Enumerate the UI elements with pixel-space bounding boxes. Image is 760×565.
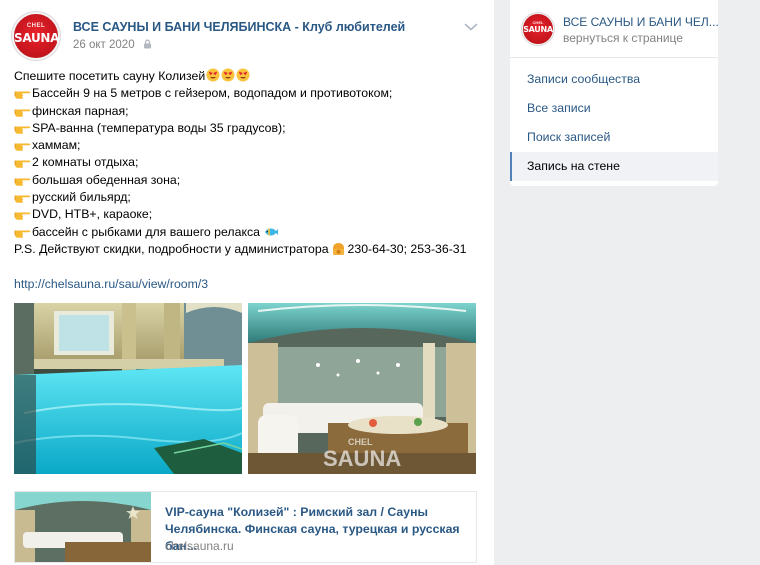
post-line: финская парная; [14, 103, 484, 120]
back-to-page-link[interactable]: вернуться к странице [563, 31, 683, 45]
pointing-hand-emoji-icon [14, 178, 31, 186]
group-avatar[interactable]: CHEL SAUNA [12, 12, 60, 60]
post-line: 2 комнаты отдыха; [14, 154, 484, 171]
post-line: SPA-ванна (температура воды 35 градусов)… [14, 120, 484, 137]
post-line: Спешите посетить сауну Колизей [14, 68, 484, 85]
telephone-emoji-icon [332, 242, 344, 255]
sidebar-avatar-logo-sauna: SAUNA [523, 25, 553, 34]
link-preview-card[interactable]: VIP-сауна "Колизей" : Римский зал / Саун… [14, 491, 477, 563]
pointing-hand-emoji-icon [14, 109, 31, 117]
lounge-photo-image: CHEL SAUNA [248, 303, 476, 474]
post-line: P.S. Действуют скидки, подробности у адм… [14, 241, 467, 256]
link-preview-thumbnail [15, 492, 151, 562]
pointing-hand-emoji-icon [14, 195, 31, 203]
chevron-down-icon[interactable] [464, 22, 478, 32]
avatar-logo-chel: CHEL [26, 23, 46, 29]
pointing-hand-emoji-icon [14, 91, 31, 99]
heart-eyes-emoji-icon [221, 68, 235, 82]
heart-eyes-emoji-icon [206, 68, 220, 82]
menu-item-wall-post[interactable]: Запись на стене [510, 152, 718, 181]
sidebar-header[interactable]: CHEL SAUNA ВСЕ САУНЫ И БАНИ ЧЕЛ... верну… [510, 0, 719, 58]
pointing-hand-emoji-icon [14, 212, 31, 221]
menu-item-all-posts[interactable]: Все записи [510, 94, 718, 123]
post-header: CHEL SAUNA ВСЕ САУНЫ И БАНИ ЧЕЛЯБИНСКА -… [12, 12, 482, 60]
avatar-logo-sauna: SAUNA [14, 31, 60, 45]
sidebar: CHEL SAUNA ВСЕ САУНЫ И БАНИ ЧЕЛ... верну… [510, 0, 719, 186]
pointing-hand-emoji-icon [14, 143, 31, 151]
link-thumbnail-image [15, 492, 151, 562]
post-line: Бассейн 9 на 5 метров с гейзером, водопа… [14, 85, 484, 102]
link-preview-domain: chelsauna.ru [165, 539, 234, 553]
post-line: большая обеденная зона; [14, 172, 484, 189]
tropical-fish-emoji-icon [264, 228, 278, 236]
group-name-link[interactable]: ВСЕ САУНЫ И БАНИ ЧЕЛЯБИНСКА - Клуб любит… [73, 20, 405, 34]
post-text: Спешите посетить сауну Колизей Бассейн 9… [14, 68, 484, 258]
sidebar-group-name[interactable]: ВСЕ САУНЫ И БАНИ ЧЕЛ... [563, 15, 719, 29]
post-line: хаммам; [14, 137, 484, 154]
sidebar-menu: Записи сообщества Все записи Поиск запис… [510, 65, 718, 181]
lock-icon [143, 39, 151, 49]
post-url-link[interactable]: http://chelsauna.ru/sau/view/room/3 [14, 277, 208, 291]
lounge-photo[interactable]: CHEL SAUNA [248, 303, 476, 474]
pointing-hand-emoji-icon [14, 126, 31, 134]
sidebar-group-avatar[interactable]: CHEL SAUNA [522, 13, 554, 45]
pool-photo-image [14, 303, 242, 474]
menu-item-search-posts[interactable]: Поиск записей [510, 123, 718, 152]
post-line: DVD, НТВ+, караоке; [14, 206, 484, 223]
post-date-text: 26 окт 2020 [73, 39, 135, 51]
pointing-hand-emoji-icon [14, 230, 31, 238]
pointing-hand-emoji-icon [14, 160, 31, 169]
pool-photo[interactable] [14, 303, 242, 474]
wall-post: CHEL SAUNA ВСЕ САУНЫ И БАНИ ЧЕЛЯБИНСКА -… [0, 0, 494, 565]
heart-eyes-emoji-icon [236, 68, 250, 82]
photo-watermark-sauna: SAUNA [323, 446, 401, 471]
post-date[interactable]: 26 окт 2020 [73, 39, 152, 51]
post-line: бассейн с рыбками для вашего релакса [14, 224, 484, 241]
menu-item-community-posts[interactable]: Записи сообщества [510, 65, 718, 94]
post-line: русский бильярд; [14, 189, 484, 206]
